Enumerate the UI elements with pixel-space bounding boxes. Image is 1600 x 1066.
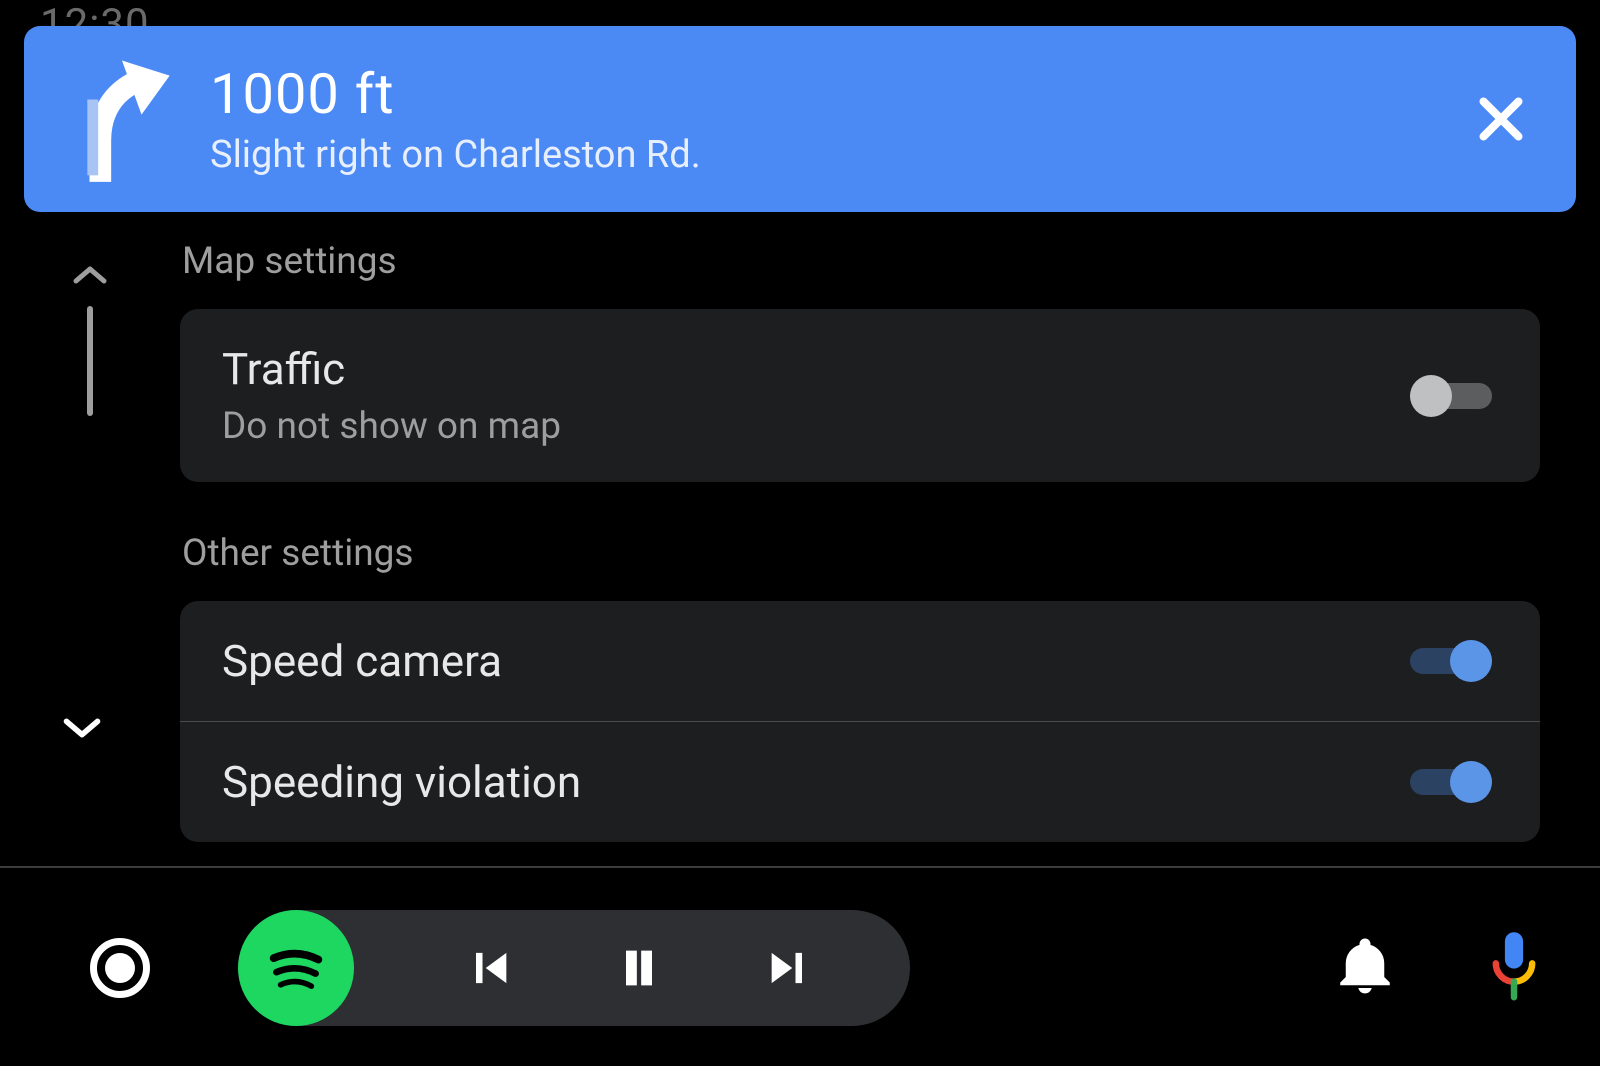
nav-direction: Slight right on Charleston Rd. [210,133,1426,177]
navigation-banner[interactable]: 1000 ft Slight right on Charleston Rd. [24,26,1576,212]
app-launcher-button[interactable] [90,938,150,998]
turn-slight-right-icon [52,54,192,184]
setting-row-speeding-violation[interactable]: Speeding violation [180,721,1540,842]
scrollbar-thumb[interactable] [87,306,93,416]
pause-button[interactable] [564,942,714,994]
bottom-bar [0,870,1600,1066]
skip-next-button[interactable] [714,942,864,994]
setting-title: Speeding violation [222,756,581,808]
section-header-other-settings: Other settings [182,532,1540,575]
assistant-mic-button[interactable] [1488,929,1540,1007]
scroll-indicator [60,250,120,478]
notifications-button[interactable] [1332,933,1398,1003]
toggle-traffic[interactable] [1410,375,1492,417]
spotify-icon[interactable] [238,910,354,1026]
setting-row-traffic[interactable]: Traffic Do not show on map [180,309,1540,482]
media-controls [238,910,910,1026]
chevron-down-icon[interactable] [62,700,102,754]
toggle-speeding-violation[interactable] [1410,761,1492,803]
skip-previous-button[interactable] [414,942,564,994]
toggle-speed-camera[interactable] [1410,640,1492,682]
setting-title: Speed camera [222,635,502,687]
chevron-up-icon[interactable] [72,250,108,294]
map-settings-card: Traffic Do not show on map [180,309,1540,482]
other-settings-card: Speed camera Speeding violation [180,601,1540,842]
setting-subtitle: Do not show on map [222,405,561,448]
setting-title: Traffic [222,343,561,395]
section-header-map-settings: Map settings [182,240,1540,283]
setting-row-speed-camera[interactable]: Speed camera [180,601,1540,721]
close-banner-button[interactable] [1426,89,1576,149]
bottom-separator [0,866,1600,868]
nav-distance: 1000 ft [210,61,1426,127]
